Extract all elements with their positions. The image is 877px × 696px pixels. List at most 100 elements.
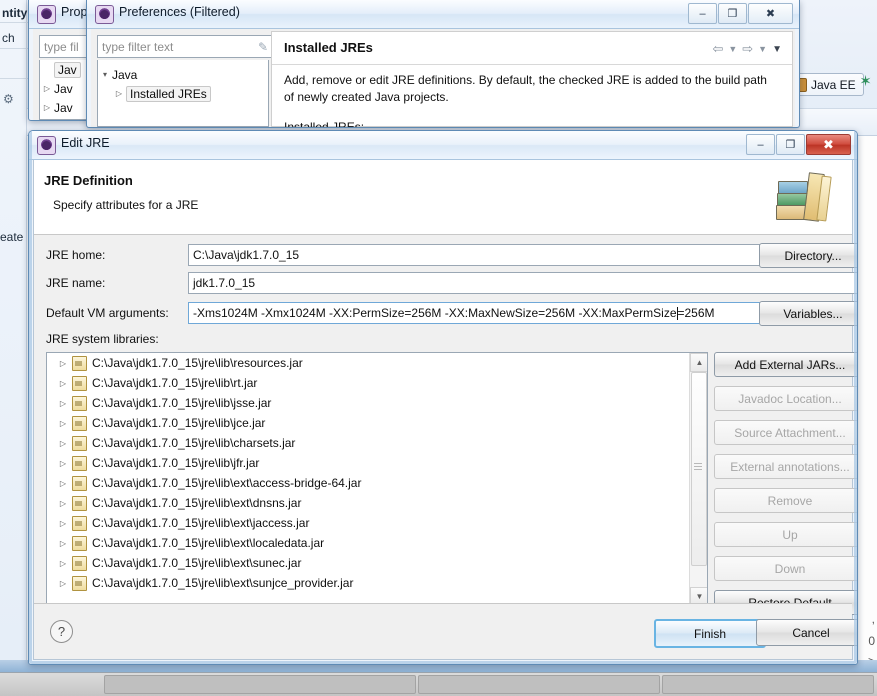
collapsed-arrow-icon[interactable]: ▷ <box>56 579 70 588</box>
library-path: C:\Java\jdk1.7.0_15\jre\lib\ext\dnsns.ja… <box>92 496 302 510</box>
forward-dropdown-icon[interactable]: ▼ <box>758 44 767 54</box>
button-label: Javadoc Location... <box>738 391 842 406</box>
back-dropdown-icon[interactable]: ▼ <box>728 44 737 54</box>
open-perspective-icon[interactable]: ✶ <box>858 74 873 89</box>
vm-arguments-input[interactable]: -Xms1024M -Xmx1024M -XX:PermSize=256M -X… <box>188 302 760 324</box>
taskbar-item-3[interactable] <box>662 675 874 694</box>
library-row[interactable]: ▷ C:\Java\jdk1.7.0_15\jre\lib\ext\localed… <box>47 533 707 553</box>
collapsed-arrow-icon[interactable]: ▷ <box>56 479 70 488</box>
library-row[interactable]: ▷ C:\Java\jdk1.7.0_15\jre\lib\ext\access-… <box>47 473 707 493</box>
preferences-window[interactable]: Preferences (Filtered) – ❐ ✖ type filter… <box>86 0 800 128</box>
edit-jre-dialog[interactable]: Edit JRE – ❐ ✖ JRE Definition Specify at… <box>28 130 858 665</box>
books-banner-icon <box>776 172 838 224</box>
jre-system-libraries-list[interactable]: ▷ C:\Java\jdk1.7.0_15\jre\lib\resources.j… <box>46 352 708 607</box>
preferences-titlebar[interactable]: Preferences (Filtered) – ❐ ✖ <box>87 0 799 29</box>
jre-home-input[interactable]: C:\Java\jdk1.7.0_15 <box>188 244 760 266</box>
jar-icon <box>72 355 87 371</box>
collapsed-arrow-icon[interactable]: ▷ <box>56 439 70 448</box>
library-row[interactable]: ▷ C:\Java\jdk1.7.0_15\jre\lib\charsets.ja… <box>47 433 707 453</box>
eclipse-preferences-icon <box>37 5 56 24</box>
perspective-tab-label: Java EE <box>811 77 856 92</box>
libraries-scrollbar[interactable]: ▲ ▼ <box>689 353 707 606</box>
close-button[interactable]: ✖ <box>806 134 851 155</box>
preferences-tree-item-installed-jres[interactable]: ▷ Installed JREs <box>98 84 268 103</box>
collapsed-arrow-icon[interactable]: ▷ <box>56 379 70 388</box>
jre-home-value: C:\Java\jdk1.7.0_15 <box>193 248 300 262</box>
jre-name-input[interactable]: jdk1.7.0_15 <box>188 272 857 294</box>
forward-arrow-icon[interactable]: ⇨ <box>742 41 753 57</box>
directory-button[interactable]: Directory... <box>759 243 857 268</box>
collapsed-arrow-icon[interactable]: ▷ <box>56 399 70 408</box>
properties-tree-label-2: Jav <box>54 100 73 115</box>
view-menu-icon[interactable]: ▼ <box>772 44 782 55</box>
collapsed-arrow-icon[interactable]: ▷ <box>56 359 70 368</box>
javadoc-location-button: Javadoc Location... <box>714 386 857 411</box>
source-attachment-button: Source Attachment... <box>714 420 857 445</box>
minimize-button[interactable]: – <box>688 3 717 24</box>
button-label: Add External JARs... <box>734 357 846 372</box>
collapsed-arrow-icon[interactable]: ▷ <box>112 89 126 98</box>
library-row[interactable]: ▷ C:\Java\jdk1.7.0_15\jre\lib\jfr.jar <box>47 453 707 473</box>
scroll-up-arrow-icon[interactable]: ▲ <box>690 353 707 372</box>
jar-icon <box>72 575 87 591</box>
finish-button[interactable]: Finish <box>654 619 766 648</box>
collapsed-arrow-icon[interactable]: ▷ <box>56 519 70 528</box>
library-row[interactable]: ▷ C:\Java\jdk1.7.0_15\jre\lib\ext\sunjce_… <box>47 573 707 593</box>
jre-home-label: JRE home: <box>46 248 106 262</box>
jar-icon <box>72 395 87 411</box>
maximize-button[interactable]: ❐ <box>776 134 805 155</box>
background-glyph-1: , <box>871 612 875 626</box>
collapsed-arrow-icon[interactable]: ▷ <box>40 84 54 93</box>
minimize-button[interactable]: – <box>746 134 775 155</box>
add-external-jars-button[interactable]: Add External JARs... <box>714 352 857 377</box>
vm-arguments-value: -Xms1024M -Xmx1024M -XX:PermSize=256M -X… <box>193 306 677 320</box>
properties-title: Prop <box>61 5 88 19</box>
collapsed-arrow-icon[interactable]: ▷ <box>40 103 54 112</box>
jar-icon <box>72 375 87 391</box>
library-path: C:\Java\jdk1.7.0_15\jre\lib\jsse.jar <box>92 396 272 410</box>
background-divider-1 <box>0 22 28 23</box>
edit-jre-titlebar[interactable]: Edit JRE – ❐ ✖ <box>29 131 857 160</box>
preferences-page: Installed JREs ⇦ ▼ ⇨ ▼ ▼ Add, remove or … <box>271 31 793 127</box>
library-row[interactable]: ▷ C:\Java\jdk1.7.0_15\jre\lib\resources.j… <box>47 353 707 373</box>
library-path: C:\Java\jdk1.7.0_15\jre\lib\ext\sunec.ja… <box>92 556 302 570</box>
vm-arguments-value-tail: =256M <box>677 306 715 320</box>
library-row[interactable]: ▷ C:\Java\jdk1.7.0_15\jre\lib\jce.jar <box>47 413 707 433</box>
edit-jre-window-buttons[interactable]: – ❐ ✖ <box>746 134 851 155</box>
cancel-button[interactable]: Cancel <box>756 619 857 646</box>
background-divider-2 <box>0 48 28 49</box>
preferences-tree-item-java[interactable]: ▾ Java <box>98 65 268 84</box>
library-path: C:\Java\jdk1.7.0_15\jre\lib\resources.ja… <box>92 356 303 370</box>
collapsed-arrow-icon[interactable]: ▷ <box>56 559 70 568</box>
library-path: C:\Java\jdk1.7.0_15\jre\lib\rt.jar <box>92 376 258 390</box>
back-arrow-icon[interactable]: ⇦ <box>712 41 723 57</box>
close-button[interactable]: ✖ <box>748 3 793 24</box>
collapsed-arrow-icon[interactable]: ▷ <box>56 539 70 548</box>
library-path: C:\Java\jdk1.7.0_15\jre\lib\jfr.jar <box>92 456 260 470</box>
maximize-button[interactable]: ❐ <box>718 3 747 24</box>
preferences-filter-input[interactable]: type filter text ✎ <box>97 35 275 58</box>
preferences-nav-bar[interactable]: ⇦ ▼ ⇨ ▼ ▼ <box>712 41 782 57</box>
taskbar-item-2[interactable] <box>418 675 660 694</box>
library-row[interactable]: ▷ C:\Java\jdk1.7.0_15\jre\lib\rt.jar <box>47 373 707 393</box>
library-row[interactable]: ▷ C:\Java\jdk1.7.0_15\jre\lib\ext\sunec.j… <box>47 553 707 573</box>
button-label: External annotations... <box>730 459 850 474</box>
collapsed-arrow-icon[interactable]: ▷ <box>56 459 70 468</box>
variables-button[interactable]: Variables... <box>759 301 857 326</box>
collapsed-arrow-icon[interactable]: ▷ <box>56 499 70 508</box>
library-row[interactable]: ▷ C:\Java\jdk1.7.0_15\jre\lib\jsse.jar <box>47 393 707 413</box>
preferences-tree[interactable]: ▾ Java ▷ Installed JREs <box>97 60 269 127</box>
button-label: Remove <box>767 493 813 508</box>
edit-jre-footer: ? Finish Cancel <box>34 603 857 659</box>
clear-filter-icon[interactable]: ✎ <box>258 40 270 54</box>
expanded-arrow-icon[interactable]: ▾ <box>98 70 112 79</box>
collapsed-arrow-icon[interactable]: ▷ <box>56 419 70 428</box>
library-row[interactable]: ▷ C:\Java\jdk1.7.0_15\jre\lib\ext\dnsns.j… <box>47 493 707 513</box>
preferences-window-buttons[interactable]: – ❐ ✖ <box>688 3 793 24</box>
help-icon[interactable]: ? <box>50 620 73 643</box>
taskbar-item-1[interactable] <box>104 675 416 694</box>
preferences-title: Preferences (Filtered) <box>119 5 240 19</box>
preferences-tree-label-installed-jres: Installed JREs <box>126 85 211 102</box>
page-title: Installed JREs <box>284 40 373 55</box>
library-row[interactable]: ▷ C:\Java\jdk1.7.0_15\jre\lib\ext\jaccess… <box>47 513 707 533</box>
